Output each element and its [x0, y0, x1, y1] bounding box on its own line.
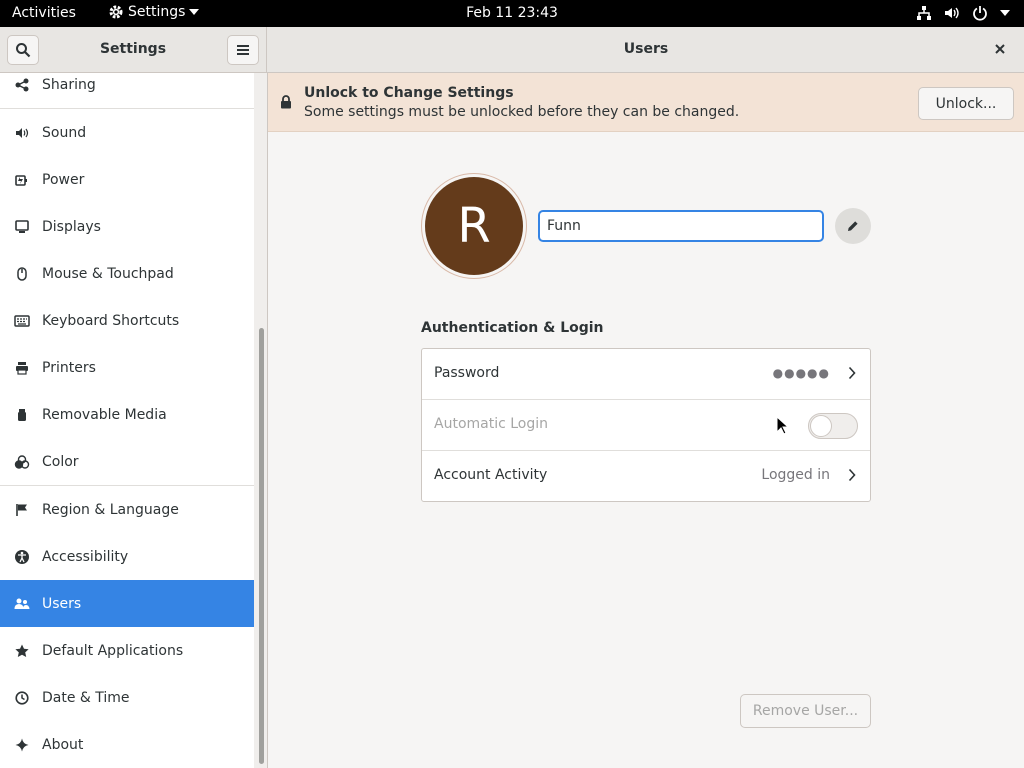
sidebar-item-label: Accessibility [42, 548, 129, 565]
network-icon [917, 6, 931, 20]
switch-knob [810, 415, 832, 437]
infobar-subtitle: Some settings must be unlocked before th… [304, 104, 740, 120]
gear-icon [109, 5, 123, 19]
clock[interactable]: Feb 11 23:43 [466, 5, 558, 21]
avatar: R [425, 177, 523, 275]
app-menu[interactable]: Settings [108, 4, 200, 20]
users-icon [14, 596, 30, 612]
account-activity-row[interactable]: Account Activity Logged in [422, 451, 870, 502]
system-status-menu[interactable] [916, 5, 1010, 21]
lock-icon [281, 95, 291, 109]
sidebar-item-label: About [42, 736, 84, 753]
sidebar-item-sound[interactable]: Sound [0, 109, 254, 156]
account-activity-value: Logged in [761, 467, 830, 483]
sidebar-item-printers[interactable]: Printers [0, 344, 254, 391]
clock-icon [14, 690, 30, 706]
mouse-icon [14, 266, 30, 282]
sidebar-item-color[interactable]: Color [0, 438, 254, 485]
sidebar-item-label: Default Applications [42, 642, 184, 659]
sidebar-item-label: Power [42, 171, 85, 188]
user-name-input[interactable] [538, 210, 824, 242]
unlock-button[interactable]: Unlock... [918, 87, 1014, 120]
section-title: Authentication & Login [421, 320, 604, 336]
printer-icon [14, 360, 30, 376]
avatar-button[interactable]: R [421, 173, 527, 279]
close-button[interactable] [990, 39, 1010, 59]
sidebar-item-accessibility[interactable]: Accessibility [0, 533, 254, 580]
infobar-title: Unlock to Change Settings [304, 85, 514, 101]
sidebar-item-region-language[interactable]: Region & Language [0, 486, 254, 533]
activities-button[interactable]: Activities [12, 5, 76, 21]
edit-name-button[interactable] [835, 208, 871, 244]
search-button[interactable] [7, 35, 39, 65]
password-label: Password [434, 365, 500, 381]
sidebar-item-removable-media[interactable]: Removable Media [0, 391, 254, 438]
flag-icon [14, 502, 30, 518]
star-icon [14, 643, 30, 659]
settings-title: Settings [99, 41, 167, 57]
sidebar-item-label: Mouse & Touchpad [42, 265, 174, 282]
mouse-pointer-icon [776, 416, 788, 435]
chevron-right-icon [848, 366, 856, 380]
sidebar-item-keyboard-shortcuts[interactable]: Keyboard Shortcuts [0, 297, 254, 344]
sidebar-item-displays[interactable]: Displays [0, 203, 254, 250]
sidebar-item-users[interactable]: Users [0, 580, 254, 627]
chevron-down-icon [189, 9, 200, 15]
sidebar-item-label: Color [42, 453, 79, 470]
app-menu-label: Settings [128, 4, 186, 20]
speaker-icon [14, 125, 30, 141]
users-panel: R Authentication & Login Password ●●●●● … [268, 133, 1024, 768]
automatic-login-switch[interactable] [808, 413, 858, 439]
password-row[interactable]: Password ●●●●● [422, 349, 870, 400]
sidebar: Sharing Sound Power Displays Mouse & Tou… [0, 73, 254, 768]
sidebar-item-sharing[interactable]: Sharing [0, 73, 254, 108]
automatic-login-label: Automatic Login [434, 416, 549, 432]
search-icon [16, 43, 31, 58]
sidebar-item-label: Sharing [42, 76, 96, 93]
sidebar-item-label: Keyboard Shortcuts [42, 312, 180, 329]
sidebar-item-about[interactable]: About [0, 721, 254, 768]
sidebar-item-label: Region & Language [42, 501, 179, 518]
sidebar-item-label: Displays [42, 218, 101, 235]
header-bar: Settings Users [0, 27, 1024, 73]
chevron-down-icon [1000, 10, 1010, 16]
pencil-icon [848, 221, 858, 231]
display-icon [14, 219, 30, 235]
sidebar-scrollbar-thumb[interactable] [259, 328, 264, 764]
battery-icon [14, 172, 30, 188]
volume-icon [945, 7, 959, 19]
chevron-right-icon [848, 468, 856, 482]
password-value: ●●●●● [772, 366, 830, 380]
sidebar-item-label: Date & Time [42, 689, 130, 706]
accessibility-icon [14, 549, 30, 565]
power-icon [973, 6, 987, 21]
sidebar-item-mouse-touchpad[interactable]: Mouse & Touchpad [0, 250, 254, 297]
sidebar-item-power[interactable]: Power [0, 156, 254, 203]
panel-title: Users [623, 41, 669, 57]
share-icon [14, 77, 30, 93]
top-bar: Activities Settings Feb 11 23:43 [0, 0, 1024, 27]
sidebar-item-label: Removable Media [42, 406, 167, 423]
sidebar-item-label: Printers [42, 359, 96, 376]
sparkle-icon [14, 737, 30, 753]
remove-user-button[interactable]: Remove User... [740, 694, 871, 728]
sidebar-item-label: Sound [42, 124, 87, 141]
sidebar-item-label: Users [42, 595, 82, 612]
unlock-infobar: Unlock to Change Settings Some settings … [268, 73, 1024, 132]
auth-settings-list: Password ●●●●● Automatic Login Account A… [421, 348, 871, 502]
keyboard-icon [14, 313, 30, 329]
primary-menu-button[interactable] [227, 35, 259, 65]
account-activity-label: Account Activity [434, 467, 548, 483]
close-icon [995, 44, 1005, 54]
sidebar-item-default-applications[interactable]: Default Applications [0, 627, 254, 674]
sidebar-item-date-time[interactable]: Date & Time [0, 674, 254, 721]
hamburger-menu-icon [237, 45, 249, 55]
automatic-login-row: Automatic Login [422, 400, 870, 451]
color-icon [14, 454, 30, 470]
usb-drive-icon [14, 407, 30, 423]
